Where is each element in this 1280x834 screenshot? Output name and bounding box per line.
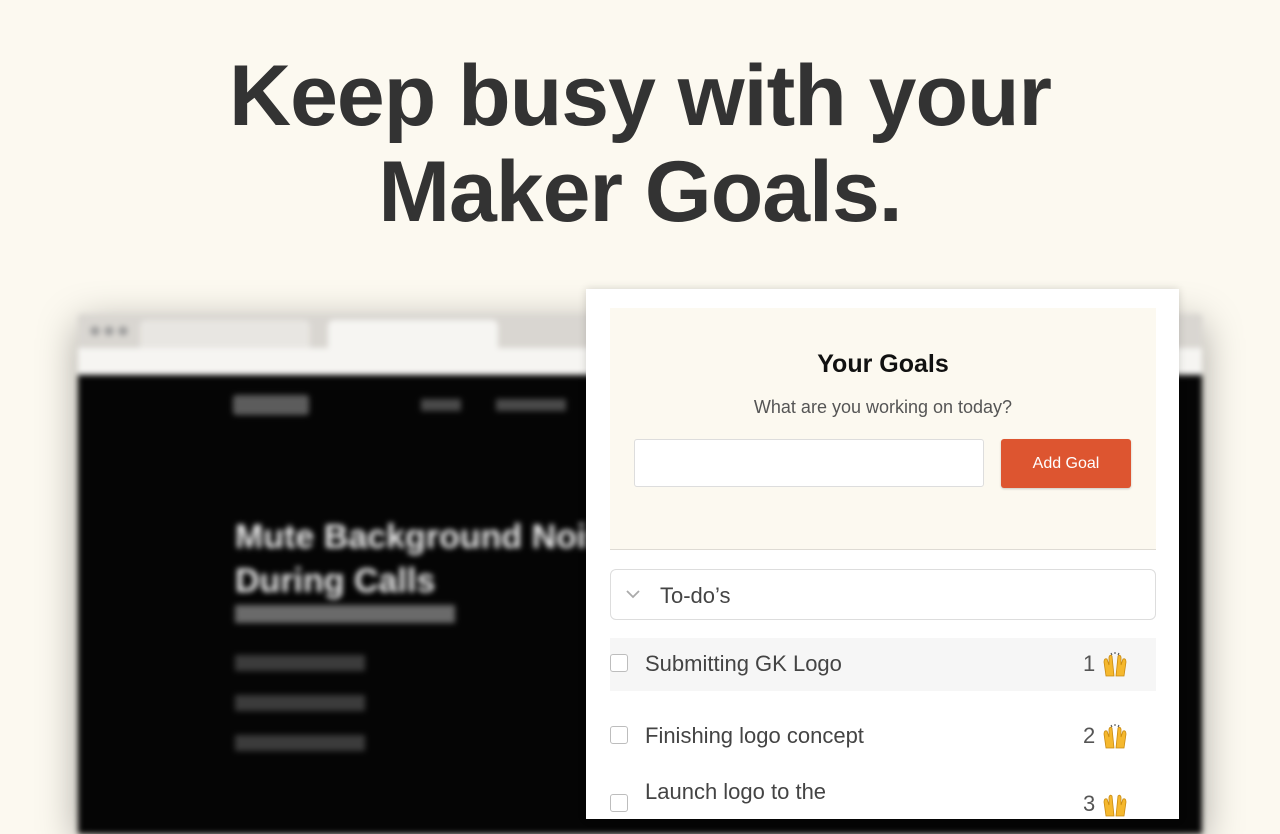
goal-count: 1 [1083,651,1096,676]
goal-count: 2 [1083,723,1096,748]
goals-popup: Your Goals What are you working on today… [586,289,1179,819]
goal-text: Finishing logo concept [645,723,864,748]
raising-hands-icon [1103,794,1127,817]
hero-line-2: Maker Goals. [378,144,902,240]
goal-entry-panel: Your Goals What are you working on today… [610,308,1156,550]
goal-input[interactable] [634,439,984,487]
add-goal-button[interactable]: Add Goal [1001,439,1131,488]
goal-item[interactable]: Finishing logo concept 2 [610,710,1156,763]
browser-tab-active [328,320,498,348]
goal-text: Launch logo to the [645,779,827,804]
goal-checkbox[interactable] [610,794,628,812]
popup-title: Your Goals [817,350,949,378]
window-controls [88,326,128,336]
goal-item[interactable]: Submitting GK Logo 1 [610,638,1156,691]
site-bullet [235,735,365,751]
hero-heading: Keep busy with your Maker Goals. [0,48,1280,240]
site-nav-item [421,399,461,411]
goal-checkbox[interactable] [610,654,628,672]
todos-section-header[interactable]: To-do’s [610,569,1156,620]
section-label: To-do’s [660,583,731,608]
popup-subtitle: What are you working on today? [753,397,1013,417]
site-nav-item [496,399,566,411]
hero-line-1: Keep busy with your [228,48,1052,144]
chevron-down-icon [626,590,640,599]
site-headline: Mute Background Noise During Calls [235,518,625,600]
browser-tab [140,320,310,348]
site-bullet [235,695,365,711]
goal-checkbox[interactable] [610,726,628,744]
raising-hands-icon [1103,652,1127,677]
goal-item[interactable]: Launch logo to the 3 [610,766,1156,819]
site-bullet [235,655,365,671]
goal-count: 3 [1083,791,1096,816]
raising-hands-icon [1103,724,1127,749]
site-logo [233,395,309,415]
goal-text: Submitting GK Logo [645,651,842,676]
site-subheadline [235,605,455,623]
